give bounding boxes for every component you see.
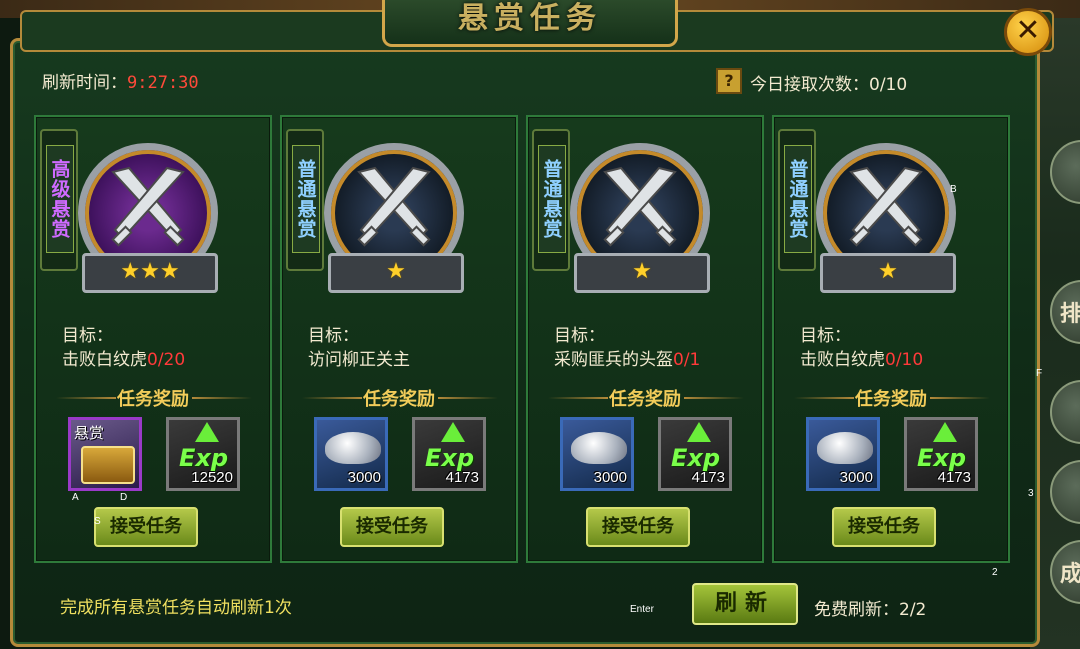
refresh-button[interactable]: 刷新 [692,583,798,625]
accept-quest-button[interactable]: 接受任务 [94,507,198,547]
side-menu-label-1: 排 [1060,302,1080,327]
difficulty-stars: ★★★ [82,253,218,293]
goal-progress: 0/1 [673,350,701,370]
difficulty-stars: ★ [328,253,464,293]
reward-item-silver[interactable]: 3000 [314,417,388,491]
bounty-card-2: 普通悬赏 ★ 目标： 访问柳正关主 任务奖励 3000 Exp 4173 接受任… [280,115,518,563]
divider [192,397,252,399]
reward-item-label: 悬赏 [74,424,105,442]
key-hint: 2 [992,567,998,578]
exp-icon [933,422,957,442]
title-plate: 悬赏任务 [382,0,678,47]
difficulty-stars: ★ [574,253,710,293]
star-icon: ★ [878,259,898,284]
key-hint: S [94,516,101,527]
help-icon[interactable]: ? [716,68,742,94]
reward-item-exp[interactable]: Exp 4173 [412,417,486,491]
key-hint: 3 [1028,488,1034,499]
exp-icon [687,422,711,442]
accept-quest-label: 接受任务 [110,516,182,537]
key-hint: D [120,492,128,503]
exp-icon [441,422,465,442]
bounty-tier-tag: 普通悬赏 [778,129,816,271]
reward-count: 12520 [191,469,233,486]
star-icon: ★ [386,259,406,284]
goal-text: 击败白纹虎0/10 [800,345,923,370]
bounty-tier-label: 普通悬赏 [540,159,563,239]
key-hint: B [950,184,957,195]
exp-text: Exp [179,444,229,472]
bounty-tier-tag: 高级悬赏 [40,129,78,271]
accept-quest-button[interactable]: 接受任务 [340,507,444,547]
refresh-timer-value: 9:27:30 [127,73,199,93]
goal-text: 击败白纹虎0/20 [62,345,185,370]
reward-count: 4173 [445,469,479,486]
bounty-card-3: 普通悬赏 ★ 目标： 采购匪兵的头盔0/1 任务奖励 3000 Exp 4173… [526,115,764,563]
reward-item-exp[interactable]: Exp 4173 [904,417,978,491]
close-button[interactable]: ✕ [1004,8,1052,56]
goal-text: 访问柳正关主 [308,345,410,370]
auto-refresh-note: 完成所有悬赏任务自动刷新1次 [60,598,292,618]
reward-count: 4173 [691,469,725,486]
goal-progress: 0/20 [147,350,186,370]
bounty-card-4: 普通悬赏 ★ 目标： 击败白纹虎0/10 任务奖励 3000 Exp 4173 … [772,115,1010,563]
star-icon: ★ [632,259,652,284]
bounty-tier-tag: 普通悬赏 [532,129,570,271]
refresh-timer: 刷新时间：9:27:30 [42,68,199,93]
goal-description: 访问柳正关主 [308,350,410,370]
reward-item-exp[interactable]: Exp 12520 [166,417,240,491]
goal-progress: 0/10 [885,350,924,370]
free-refresh-count: 免费刷新：2/2 [814,600,927,620]
refresh-button-label: 刷新 [714,591,775,616]
silver-ingot-icon [571,432,627,464]
goal-label: 目标： [62,326,113,346]
treasure-chest-icon [81,446,135,484]
accept-quest-button[interactable]: 接受任务 [832,507,936,547]
goal-description: 采购匪兵的头盔 [554,350,673,370]
divider [930,397,990,399]
goal-description: 击败白纹虎 [62,350,147,370]
star-icon: ★★★ [120,259,180,284]
goal-label: 目标： [308,326,359,346]
side-menu-label-2: 成 [1060,562,1080,587]
exp-text: Exp [671,444,721,472]
bounty-card-1: 高级悬赏 ★★★ 目标： 击败白纹虎0/20 任务奖励 悬赏 Exp 12520… [34,115,272,563]
goal-label: 目标： [800,326,851,346]
goal-label: 目标： [554,326,605,346]
refresh-timer-label: 刷新时间： [42,73,127,93]
reward-count: 3000 [839,469,873,486]
accept-quest-label: 接受任务 [848,516,920,537]
key-hint: F [1036,368,1043,379]
key-hint: Enter [630,604,654,615]
divider [438,397,498,399]
silver-ingot-icon [325,432,381,464]
reward-count: 3000 [347,469,381,486]
reward-count: 4173 [937,469,971,486]
bounty-tier-label: 普通悬赏 [294,159,317,239]
daily-accept-count: 今日接取次数：0/10 [750,75,908,95]
accept-quest-button[interactable]: 接受任务 [586,507,690,547]
accept-quest-label: 接受任务 [602,516,674,537]
goal-description: 击败白纹虎 [800,350,885,370]
exp-icon [195,422,219,442]
reward-item-chest[interactable]: 悬赏 [68,417,142,491]
page-title: 悬赏任务 [458,1,602,36]
reward-item-silver[interactable]: 3000 [560,417,634,491]
reward-count: 3000 [593,469,627,486]
key-hint: A [72,492,79,503]
exp-text: Exp [425,444,475,472]
goal-text: 采购匪兵的头盔0/1 [554,345,700,370]
accept-quest-label: 接受任务 [356,516,428,537]
divider [684,397,744,399]
bounty-tier-label: 普通悬赏 [786,159,809,239]
reward-item-exp[interactable]: Exp 4173 [658,417,732,491]
close-icon: ✕ [1015,13,1041,48]
exp-text: Exp [917,444,967,472]
difficulty-stars: ★ [820,253,956,293]
bounty-tier-tag: 普通悬赏 [286,129,324,271]
bounty-tier-label: 高级悬赏 [48,159,71,239]
reward-item-silver[interactable]: 3000 [806,417,880,491]
silver-ingot-icon [817,432,873,464]
